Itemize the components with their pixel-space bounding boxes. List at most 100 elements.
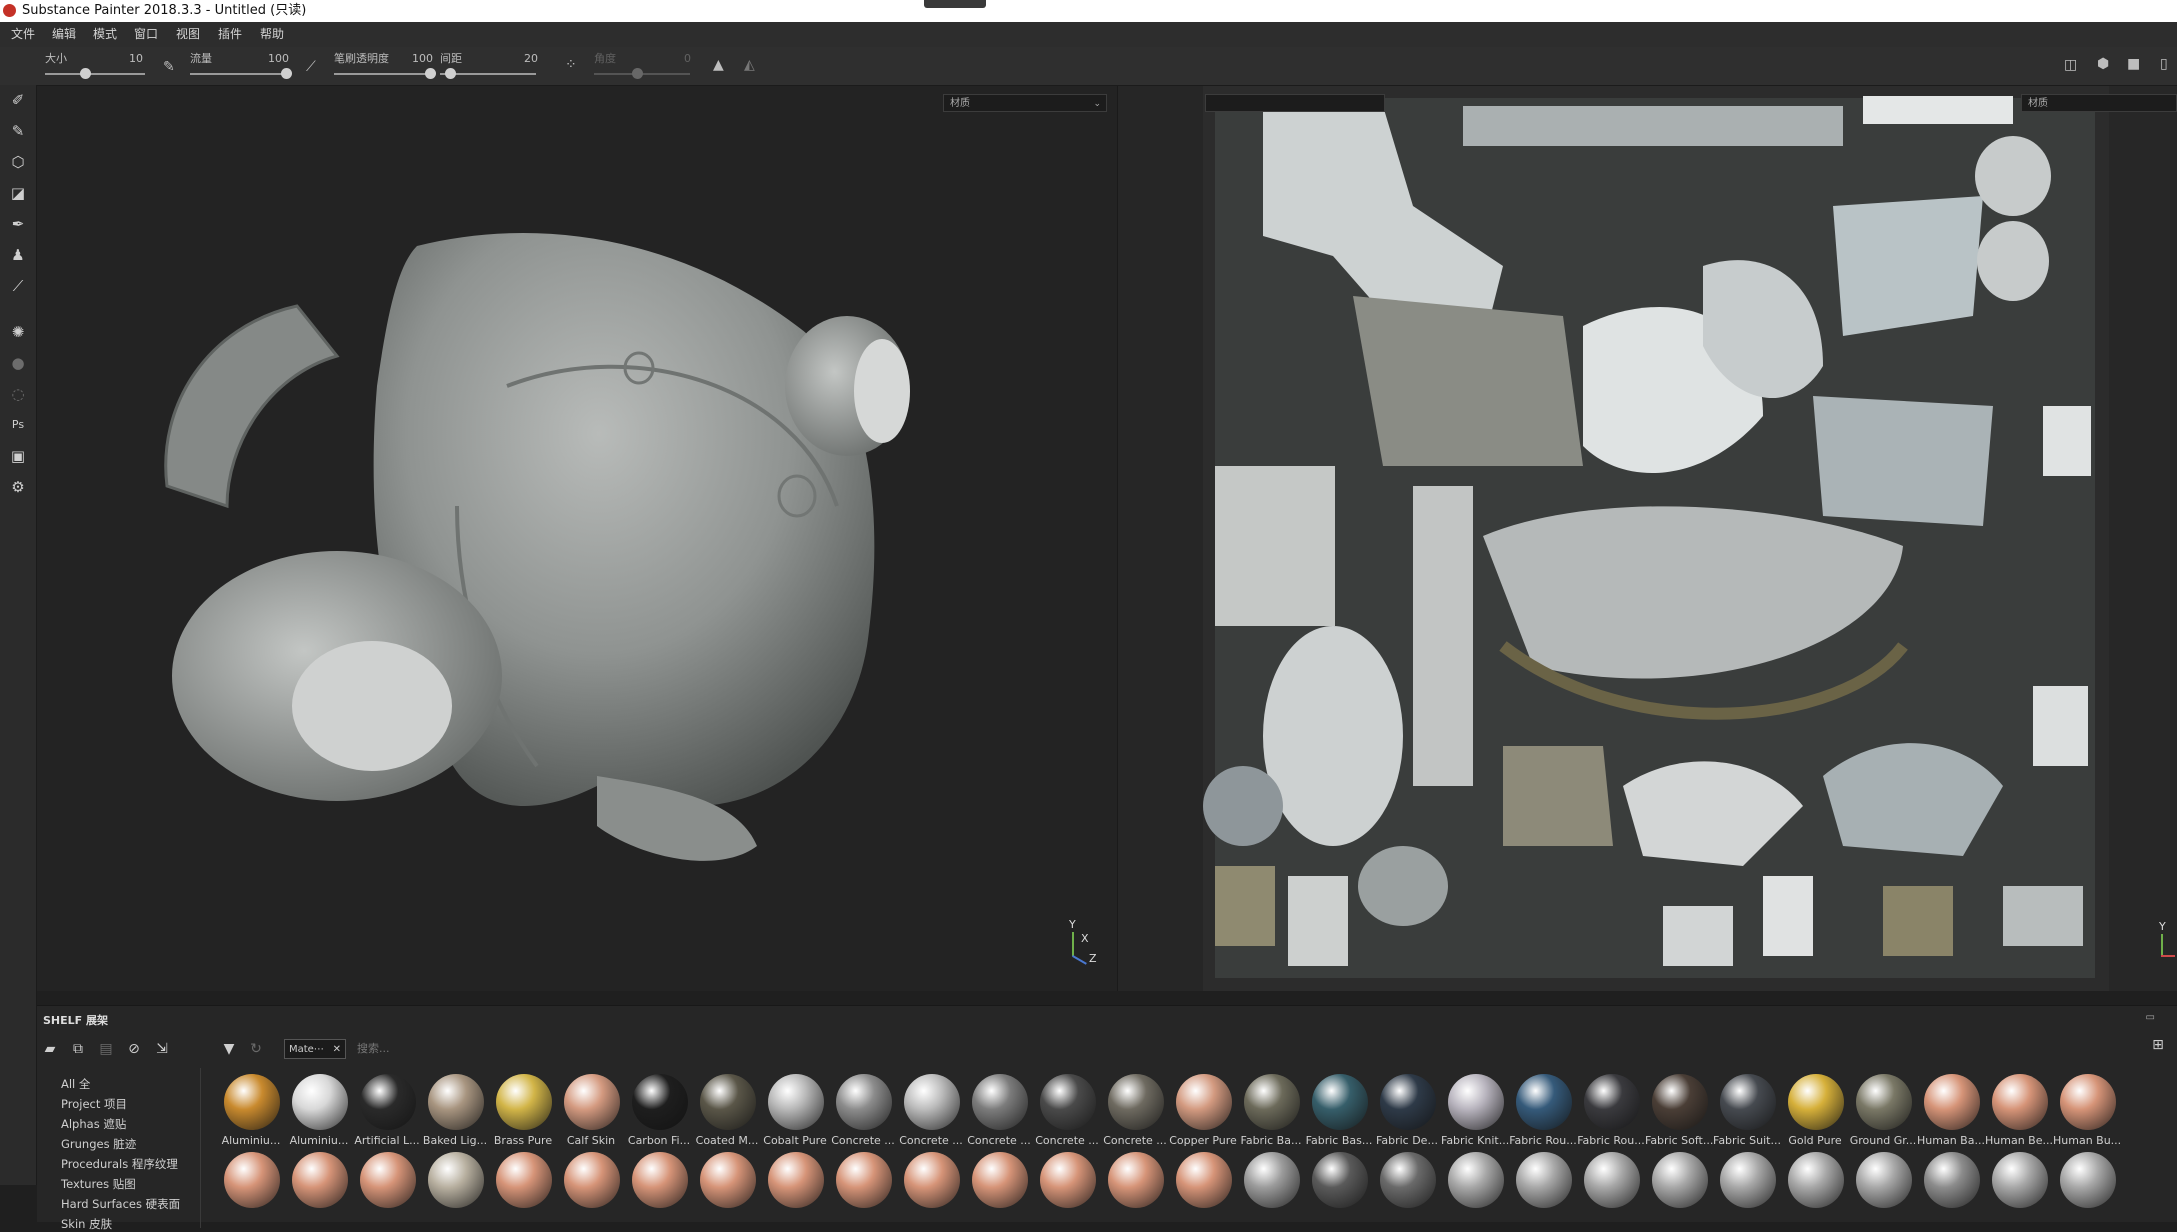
export-textures-icon[interactable]: ▣ <box>8 446 28 466</box>
display-settings-icon[interactable]: ▯ <box>2160 56 2168 72</box>
material-thumbnail[interactable] <box>965 1150 1033 1232</box>
material-thumbnail[interactable] <box>1985 1150 2053 1232</box>
projection-icon[interactable]: ⬡ <box>8 152 28 172</box>
material-thumbnail[interactable] <box>1305 1150 1373 1232</box>
material-thumbnail[interactable] <box>897 1150 965 1232</box>
material-thumbnail[interactable]: Concrete ... <box>829 1072 897 1154</box>
material-thumbnail[interactable]: Fabric Soft... <box>1645 1072 1713 1154</box>
menu-edit[interactable]: 编辑 <box>52 22 76 47</box>
polygon-fill-icon[interactable]: ◪ <box>8 183 28 203</box>
size-value[interactable]: 10 <box>129 52 143 65</box>
material-thumbnail[interactable]: Copper Pure <box>1169 1072 1237 1154</box>
shelf-undock-icon[interactable]: ▭ <box>2146 1012 2155 1023</box>
material-thumbnail[interactable] <box>1577 1150 1645 1232</box>
category-grunges[interactable]: Grunges 脏迹 <box>61 1136 136 1152</box>
menu-view[interactable]: 视图 <box>176 22 200 47</box>
material-thumbnail[interactable] <box>1033 1150 1101 1232</box>
angle-knob[interactable] <box>632 68 644 79</box>
material-thumbnail[interactable] <box>1849 1150 1917 1232</box>
split-view-icon[interactable]: ◫ <box>2064 57 2077 73</box>
material-thumbnail[interactable] <box>1101 1150 1169 1232</box>
material-thumbnail[interactable]: Aluminiu... <box>217 1072 285 1154</box>
menu-mode[interactable]: 模式 <box>93 22 117 47</box>
import-icon[interactable]: ⇲ <box>153 1040 171 1058</box>
material-thumbnail[interactable]: Concrete ... <box>1033 1072 1101 1154</box>
material-thumbnail[interactable]: Fabric Knit... <box>1441 1072 1509 1154</box>
spacing-value[interactable]: 20 <box>524 52 538 65</box>
material-thumbnail[interactable] <box>1441 1150 1509 1232</box>
viewport-3d-channel-dropdown[interactable]: 材质 ⌄ <box>943 94 1107 112</box>
spacing-knob[interactable] <box>444 68 456 79</box>
bake-icon[interactable]: ● <box>8 353 28 373</box>
material-thumbnail[interactable]: Fabric Rou... <box>1509 1072 1577 1154</box>
menu-file[interactable]: 文件 <box>11 22 35 47</box>
stroke-opacity-value[interactable]: 100 <box>412 52 433 65</box>
eraser-icon[interactable]: ✎ <box>8 121 28 141</box>
window-handle[interactable] <box>924 0 986 8</box>
material-thumbnail[interactable] <box>1237 1150 1305 1232</box>
material-thumbnail[interactable]: Carbon Fi... <box>625 1072 693 1154</box>
material-thumbnail[interactable] <box>625 1150 693 1232</box>
jitter-icon[interactable]: ⁘ <box>565 57 577 73</box>
3d-view-icon[interactable]: ⬢ <box>2097 56 2109 72</box>
material-thumbnail[interactable] <box>557 1150 625 1232</box>
material-thumbnail[interactable]: Fabric Rou... <box>1577 1072 1645 1154</box>
material-thumbnail[interactable] <box>1917 1150 1985 1232</box>
viewport-2d-uv[interactable] <box>1203 86 2109 991</box>
uv-texture-layout[interactable] <box>1203 86 2109 991</box>
material-thumbnail[interactable] <box>1373 1150 1441 1232</box>
stroke-opacity-knob[interactable] <box>425 68 436 79</box>
angle-slider[interactable]: 角度 0 <box>594 47 694 85</box>
size-track[interactable] <box>45 73 145 75</box>
flow-value[interactable]: 100 <box>268 52 289 65</box>
category-textures[interactable]: Textures 贴图 <box>61 1176 136 1192</box>
camera-icon[interactable]: ■ <box>2127 56 2140 72</box>
size-knob[interactable] <box>80 68 91 79</box>
category-procedurals[interactable]: Procedurals 程序纹理 <box>61 1156 178 1172</box>
category-project[interactable]: Project 项目 <box>61 1096 127 1112</box>
material-thumbnail[interactable] <box>421 1150 489 1232</box>
material-thumbnail[interactable]: Fabric Suit... <box>1713 1072 1781 1154</box>
filter-icon[interactable]: ▼ <box>220 1040 238 1058</box>
material-thumbnail[interactable] <box>1713 1150 1781 1232</box>
material-thumbnail[interactable]: Coated M... <box>693 1072 761 1154</box>
3d-model-render[interactable] <box>37 86 1117 991</box>
material-thumbnail[interactable] <box>761 1150 829 1232</box>
material-thumbnail[interactable]: Baked Lig... <box>421 1072 489 1154</box>
material-thumbnail[interactable]: Calf Skin <box>557 1072 625 1154</box>
material-thumbnail[interactable]: Concrete ... <box>1101 1072 1169 1154</box>
material-thumbnail[interactable] <box>1509 1150 1577 1232</box>
hide-icon[interactable]: ⊘ <box>125 1040 143 1058</box>
brush-small-icon[interactable]: ✎ <box>163 59 175 75</box>
geometry-mask-icon[interactable]: ◌ <box>8 384 28 404</box>
menu-help[interactable]: 帮助 <box>260 22 284 47</box>
particle-brush-icon[interactable]: ✺ <box>8 322 28 342</box>
viewport-3d[interactable]: 材质 ⌄ Y X Z <box>37 86 1117 991</box>
material-thumbnail[interactable] <box>489 1150 557 1232</box>
pen-pressure-icon[interactable]: ⟋ <box>306 59 316 75</box>
save-icon[interactable]: ▤ <box>97 1040 115 1058</box>
material-thumbnail[interactable] <box>353 1150 421 1232</box>
material-thumbnail[interactable]: Human Be... <box>1985 1072 2053 1154</box>
viewport-2d-channel-dropdown[interactable]: 材质 <box>2021 94 2177 112</box>
material-thumbnail[interactable] <box>217 1150 285 1232</box>
smudge-icon[interactable]: ✒ <box>8 214 28 234</box>
category-all[interactable]: All 全 <box>61 1076 90 1092</box>
folder-icon[interactable]: ▰ <box>41 1040 59 1058</box>
photoshop-export-icon[interactable]: Ps <box>8 415 28 435</box>
material-thumbnail[interactable]: Ground Gr... <box>1849 1072 1917 1154</box>
stroke-opacity-slider[interactable]: 笔刷透明度 100 <box>334 47 436 85</box>
material-thumbnail[interactable]: Fabric De... <box>1373 1072 1441 1154</box>
material-thumbnail[interactable]: Fabric Bas... <box>1305 1072 1373 1154</box>
refresh-icon[interactable]: ↻ <box>247 1040 265 1058</box>
category-skin[interactable]: Skin 皮肤 <box>61 1216 112 1232</box>
material-thumbnail[interactable] <box>285 1150 353 1232</box>
clone-stamp-icon[interactable]: ♟ <box>8 245 28 265</box>
material-thumbnail[interactable]: Human Bu... <box>2053 1072 2121 1154</box>
spacing-slider[interactable]: 间距 20 <box>440 47 540 85</box>
size-slider[interactable]: 大小 10 <box>45 47 145 85</box>
material-thumbnail[interactable]: Brass Pure <box>489 1072 557 1154</box>
material-thumbnail[interactable] <box>1169 1150 1237 1232</box>
menu-window[interactable]: 窗口 <box>134 22 158 47</box>
flow-knob[interactable] <box>281 68 292 79</box>
